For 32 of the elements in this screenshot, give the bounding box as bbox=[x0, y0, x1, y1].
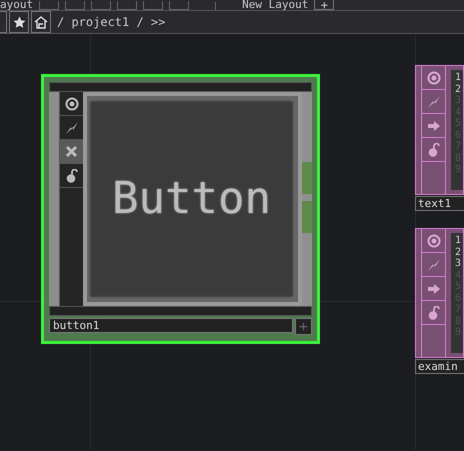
lock-icon bbox=[428, 142, 440, 156]
node-name[interactable]: examin bbox=[415, 359, 464, 374]
arrow-icon bbox=[426, 282, 440, 294]
line-number: 3 bbox=[455, 258, 462, 270]
lightning-icon bbox=[426, 94, 440, 108]
viewer-icon bbox=[426, 234, 440, 248]
lock-icon bbox=[428, 306, 440, 320]
home-icon bbox=[34, 16, 48, 28]
viewer-icon bbox=[426, 70, 440, 84]
line-number: 2 bbox=[455, 84, 462, 95]
lock-icon bbox=[66, 168, 78, 182]
viewer-icon bbox=[64, 96, 78, 110]
bypass-icon bbox=[65, 145, 78, 158]
input-connector[interactable] bbox=[49, 92, 59, 306]
layout-label: ayout bbox=[0, 0, 34, 10]
favorite-button[interactable] bbox=[9, 11, 29, 33]
path-breadcrumb[interactable]: / project1 / >> bbox=[57, 13, 166, 31]
node-name[interactable]: text1 bbox=[415, 196, 464, 211]
line-number: 1 bbox=[455, 72, 462, 84]
star-icon bbox=[12, 16, 26, 28]
button-label: Button bbox=[112, 172, 271, 226]
node-tile[interactable]: Button button1 + bbox=[41, 74, 320, 344]
lightning-icon bbox=[64, 120, 78, 134]
bypass-flag[interactable] bbox=[60, 140, 83, 164]
home-button[interactable] bbox=[31, 11, 51, 33]
node-name[interactable]: button1 bbox=[49, 318, 293, 333]
new-layout-label: New Layout bbox=[242, 0, 308, 10]
lightning-icon bbox=[426, 258, 440, 272]
line-number: 1 bbox=[455, 235, 462, 246]
arrow-icon bbox=[426, 120, 440, 132]
line-number: 2 bbox=[455, 246, 462, 258]
add-layout-button[interactable]: + bbox=[314, 0, 334, 10]
